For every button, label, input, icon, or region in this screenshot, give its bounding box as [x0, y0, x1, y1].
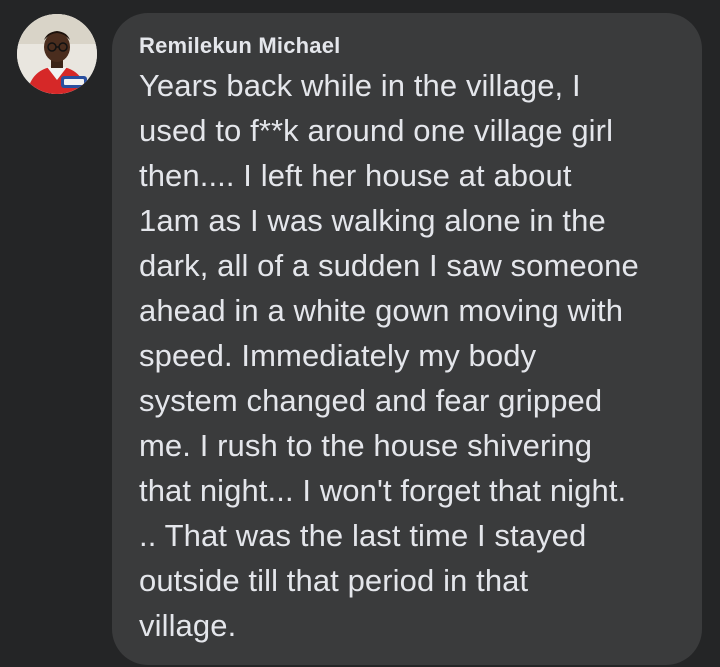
- comment-author[interactable]: Remilekun Michael: [139, 33, 682, 59]
- comment-line: me. I rush to the house shivering: [139, 428, 593, 463]
- profile-photo-icon: [17, 14, 97, 94]
- comment-line: used to f**k around one village girl: [139, 113, 614, 148]
- comment-line: Years back while in the village, I: [139, 68, 581, 103]
- comment-text: Years back while in the village, I used …: [139, 63, 682, 648]
- comment: Remilekun Michael Years back while in th…: [0, 0, 720, 667]
- comment-line: speed. Immediately my body: [139, 338, 537, 373]
- comment-line: .. That was the last time I stayed: [139, 518, 587, 553]
- comment-line: 1am as I was walking alone in the: [139, 203, 606, 238]
- comment-line: that night... I won't forget that night.: [139, 473, 627, 508]
- comment-line: outside till that period in that: [139, 563, 529, 598]
- comment-bubble: Remilekun Michael Years back while in th…: [112, 13, 702, 665]
- comment-line: dark, all of a sudden I saw someone: [139, 248, 639, 283]
- comment-line: then.... I left her house at about: [139, 158, 572, 193]
- comment-line: village.: [139, 608, 237, 643]
- avatar[interactable]: [17, 14, 97, 94]
- comment-line: system changed and fear gripped: [139, 383, 603, 418]
- comment-line: ahead in a white gown moving with: [139, 293, 624, 328]
